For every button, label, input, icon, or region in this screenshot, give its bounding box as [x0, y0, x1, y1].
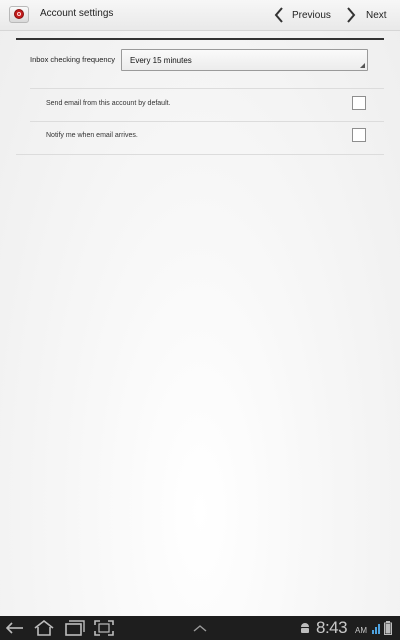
chevron-up-icon: [193, 625, 207, 632]
email-app-icon[interactable]: [9, 6, 29, 23]
back-button[interactable]: [6, 616, 24, 640]
row-divider: [16, 154, 384, 155]
default-account-label: Send email from this account by default.: [46, 100, 171, 107]
home-icon: [34, 620, 54, 636]
section-divider: [16, 38, 384, 40]
default-account-checkbox[interactable]: [352, 96, 366, 110]
battery-status: [384, 616, 392, 640]
row-divider: [30, 121, 384, 122]
menu-up-button[interactable]: [192, 616, 208, 640]
dropdown-corner-icon: [360, 63, 365, 68]
next-label: Next: [366, 9, 387, 21]
home-button[interactable]: [33, 616, 55, 640]
recent-apps-button[interactable]: [65, 616, 85, 640]
screenshot-icon: [94, 620, 114, 636]
clock-time: 8:43: [316, 618, 348, 637]
previous-label: Previous: [292, 9, 331, 21]
android-notification[interactable]: [299, 616, 311, 640]
chevron-left-icon: [274, 7, 283, 23]
previous-button[interactable]: Previous: [274, 0, 331, 30]
recent-apps-icon: [65, 620, 85, 636]
notify-label: Notify me when email arrives.: [46, 132, 138, 139]
android-icon: [301, 623, 309, 633]
next-button[interactable]: Next: [346, 0, 387, 30]
clock-ampm: AM: [355, 626, 367, 635]
screenshot-button[interactable]: [94, 616, 114, 640]
frequency-value: Every 15 minutes: [130, 56, 192, 65]
system-bar: 8:43 AM: [0, 616, 400, 640]
wifi-icon: [372, 624, 380, 634]
action-bar: Account settings Previous Next: [0, 0, 400, 31]
back-arrow-icon: [6, 622, 23, 634]
wifi-status: [372, 616, 380, 640]
frequency-dropdown[interactable]: Every 15 minutes: [121, 49, 368, 71]
page-title: Account settings: [40, 8, 114, 19]
row-divider: [30, 88, 384, 89]
battery-icon: [384, 621, 392, 635]
chevron-right-icon: [347, 7, 356, 23]
frequency-label: Inbox checking frequency: [30, 55, 116, 64]
notify-checkbox[interactable]: [352, 128, 366, 142]
